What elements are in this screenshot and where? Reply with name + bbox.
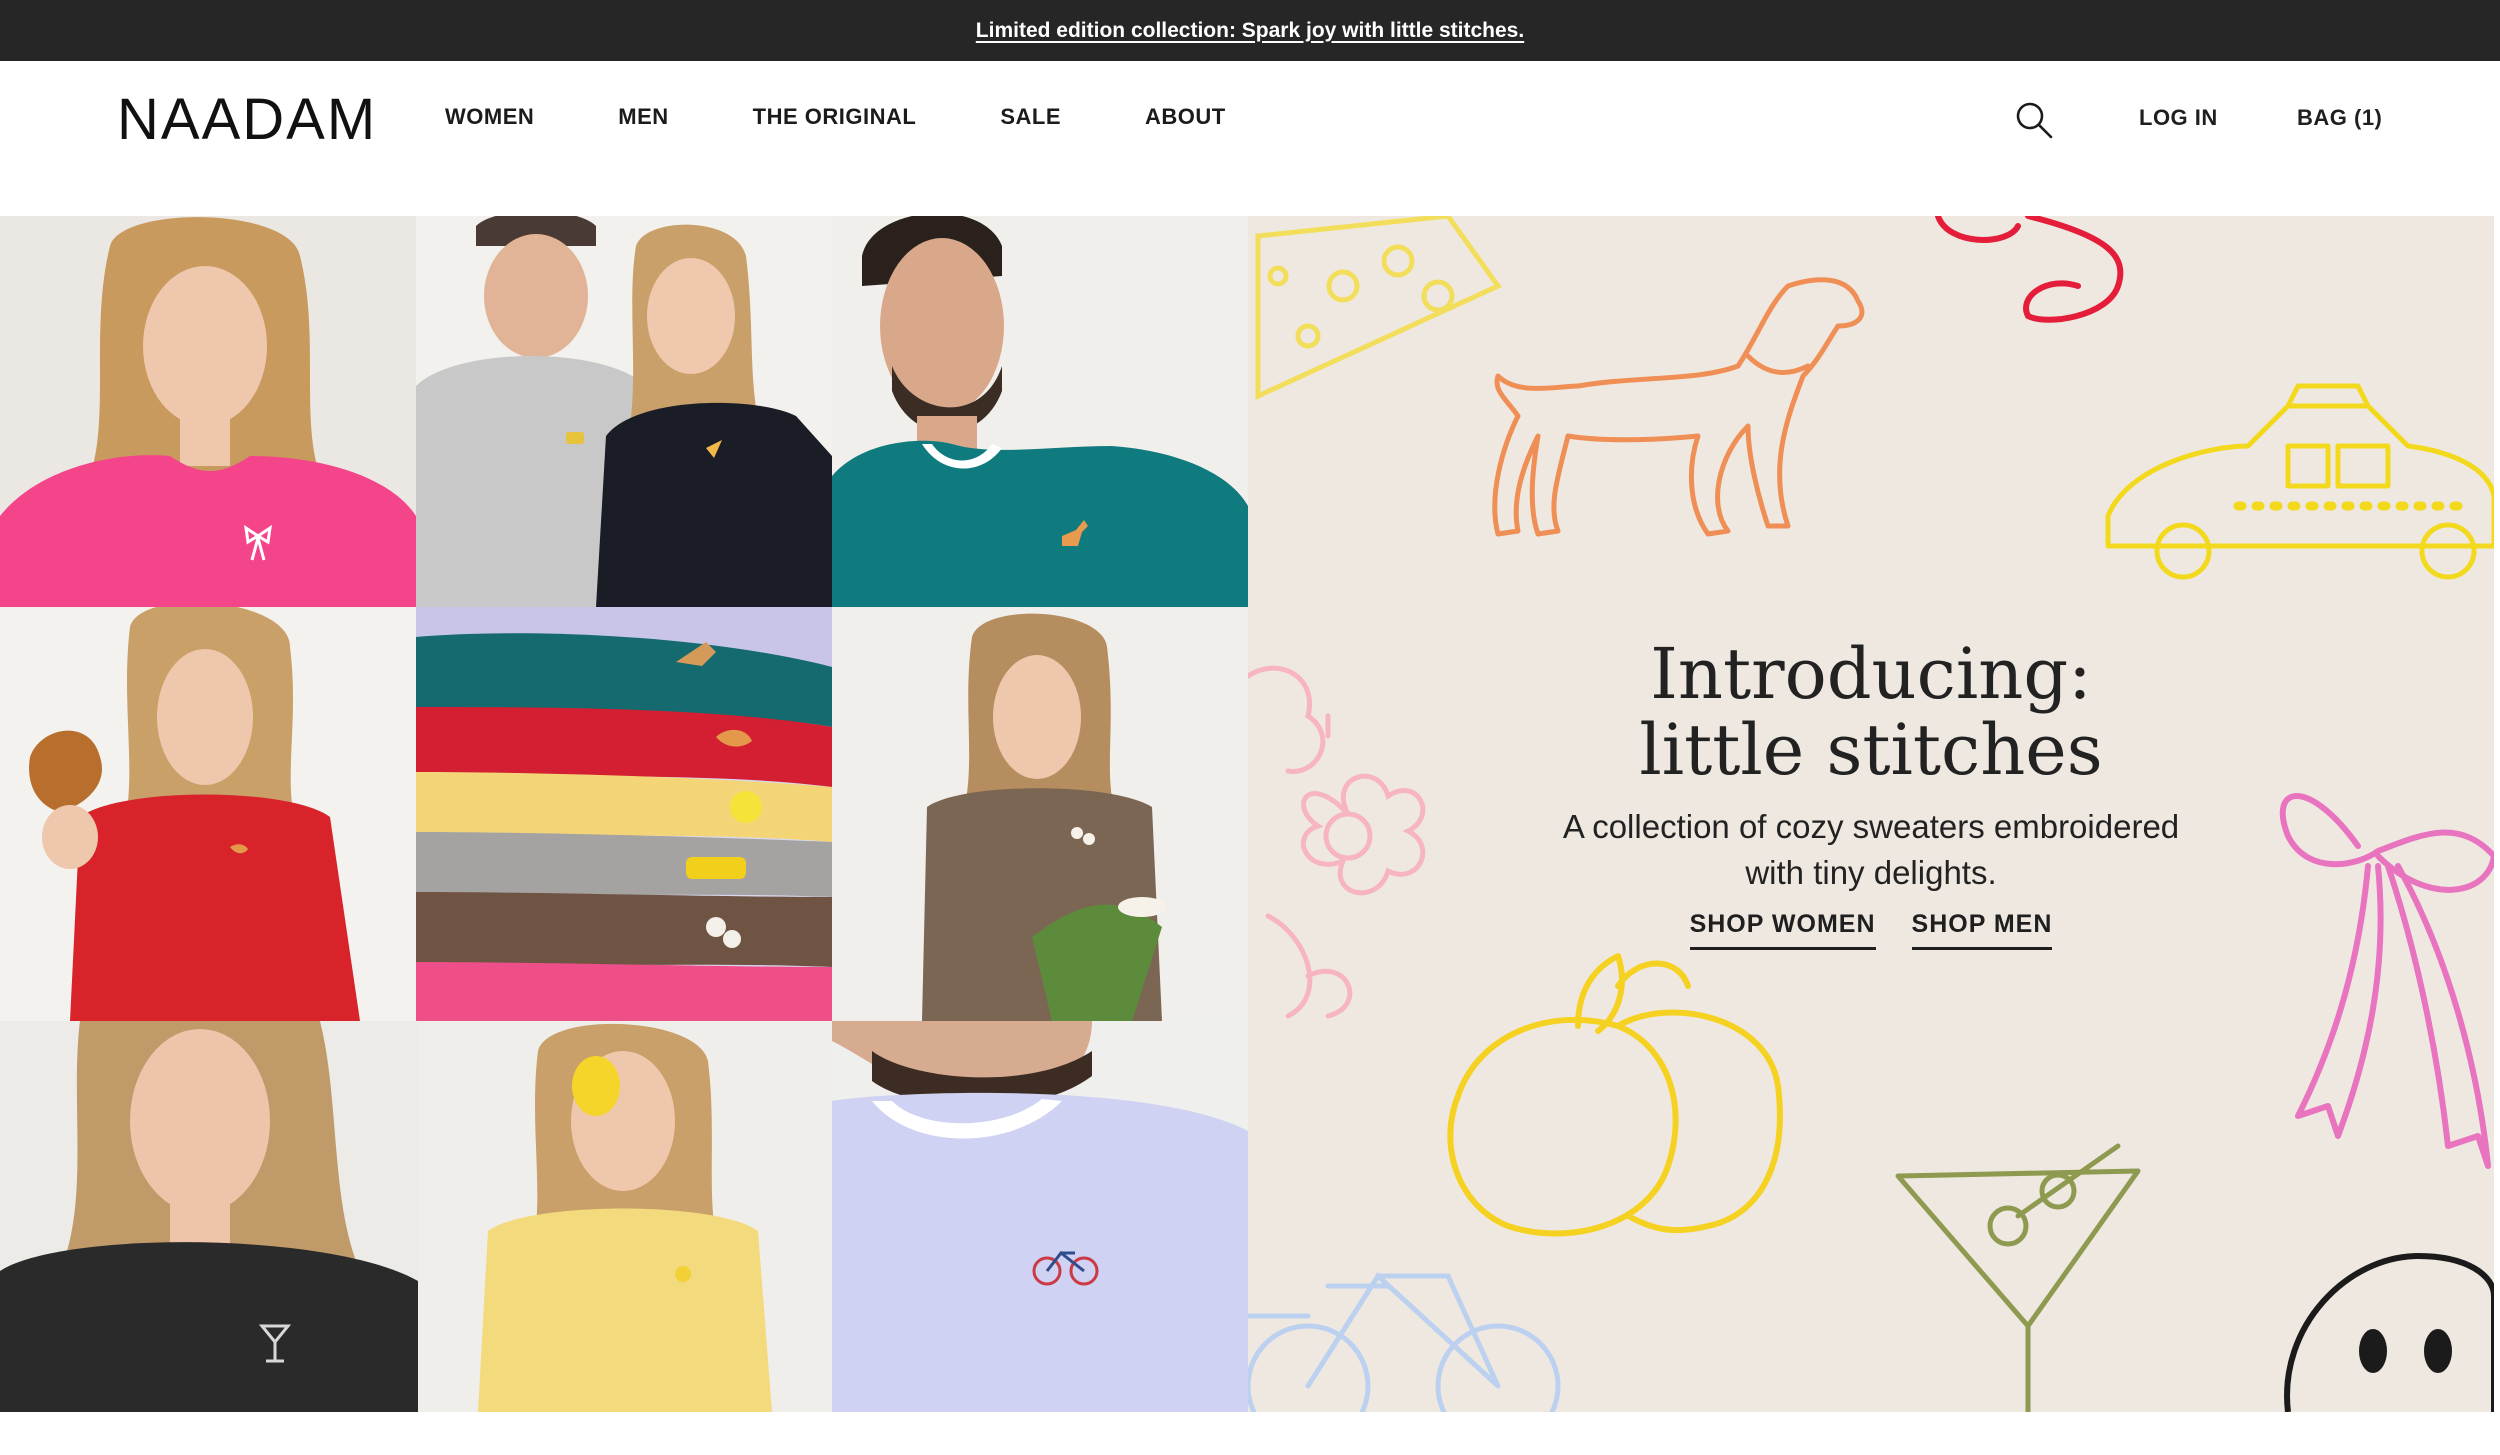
login-link[interactable]: LOG IN bbox=[2139, 105, 2218, 131]
photo-woman-red-sweater[interactable] bbox=[0, 607, 416, 1021]
site-header: NAADAM WOMEN MEN THE ORIGINAL SALE ABOUT… bbox=[0, 61, 2500, 216]
shop-men-button[interactable]: SHOP MEN bbox=[1911, 910, 2053, 950]
croissant-doodle-icon bbox=[1935, 216, 2124, 323]
photo-woman-pink-sweater[interactable] bbox=[0, 216, 416, 607]
martini-doodle-icon bbox=[1895, 1143, 2141, 1412]
hero-title-line-2: little stitches bbox=[1639, 709, 2103, 791]
photo-couple-sweaters[interactable] bbox=[416, 216, 832, 607]
product-photo-grid bbox=[0, 216, 1248, 1412]
hero-little-stitches: Introducing: little stitches A collectio… bbox=[1248, 216, 2494, 1412]
nav-sale[interactable]: SALE bbox=[1000, 104, 1061, 130]
hero-copy: Introducing: little stitches A collectio… bbox=[1248, 636, 2494, 950]
bag-link[interactable]: BAG (1) bbox=[2297, 105, 2382, 131]
nav-women[interactable]: WOMEN bbox=[445, 104, 534, 130]
lemon-doodle-icon bbox=[1447, 953, 1783, 1237]
dog-doodle-icon bbox=[1492, 277, 1865, 537]
main-nav: WOMEN MEN THE ORIGINAL SALE ABOUT bbox=[445, 104, 1226, 130]
taxi-doodle-icon bbox=[2105, 383, 2494, 580]
nav-about[interactable]: ABOUT bbox=[1145, 104, 1226, 130]
search-icon[interactable] bbox=[2013, 99, 2055, 141]
hero-subtitle-line-1: A collection of cozy sweaters embroidere… bbox=[1562, 808, 2180, 845]
hero-subtitle-line-2: with tiny delights. bbox=[1745, 854, 1997, 891]
announcement-link[interactable]: Limited edition collection: Spark joy wi… bbox=[976, 19, 1524, 43]
hero-subtitle: A collection of cozy sweaters embroidere… bbox=[1248, 804, 2494, 896]
photo-man-teal-sweater[interactable] bbox=[832, 216, 1248, 607]
photo-woman-yellow-sweater[interactable] bbox=[418, 1021, 832, 1412]
page-bottom-whitespace bbox=[0, 1412, 2500, 1455]
brand-logo[interactable]: NAADAM bbox=[117, 86, 377, 153]
photo-man-lavender-sweater[interactable] bbox=[832, 1021, 1248, 1412]
photo-woman-brown-sweater[interactable] bbox=[832, 607, 1248, 1021]
nav-the-original[interactable]: THE ORIGINAL bbox=[753, 104, 917, 130]
shop-women-button[interactable]: SHOP WOMEN bbox=[1689, 910, 1876, 950]
nav-men[interactable]: MEN bbox=[618, 104, 668, 130]
hero-title: Introducing: little stitches bbox=[1248, 636, 2494, 788]
bicycle-doodle-icon bbox=[1248, 1272, 1561, 1412]
announcement-bar: Limited edition collection: Spark joy wi… bbox=[0, 0, 2500, 61]
photo-woman-charcoal-sweater[interactable] bbox=[0, 1021, 418, 1412]
hero-title-line-1: Introducing: bbox=[1650, 633, 2092, 715]
smiley-doodle-icon bbox=[2284, 1252, 2494, 1412]
hero-ctas: SHOP WOMEN SHOP MEN bbox=[1248, 910, 2494, 950]
photo-folded-sweaters[interactable] bbox=[416, 607, 832, 1021]
pizza-doodle-icon bbox=[1255, 216, 1502, 400]
